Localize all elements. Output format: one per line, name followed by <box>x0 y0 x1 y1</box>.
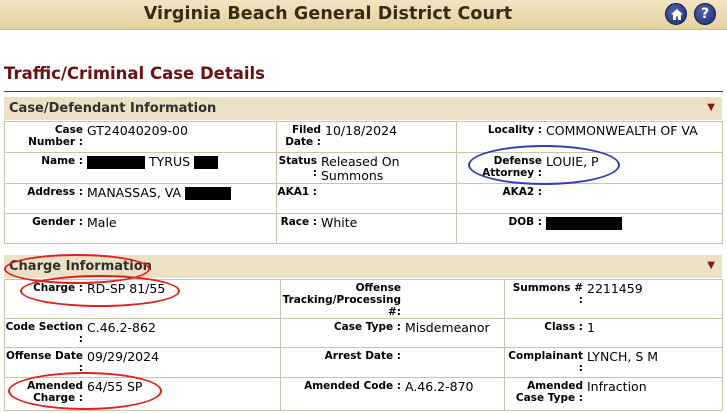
table-row: Address : MANASSAS, VA AKA1 : AKA2 : <box>4 183 723 214</box>
summons-label: Summons # : <box>512 282 583 306</box>
charge-value: RD-SP 81/55 <box>87 281 166 296</box>
race-label: Race : <box>280 216 317 228</box>
filed-date-value: 10/18/2024 <box>325 123 398 138</box>
defense-attorney-value: LOUIE, P <box>546 154 599 169</box>
help-icon[interactable]: ? <box>694 3 716 25</box>
summons-cell: Summons # : 2211459 <box>504 279 723 319</box>
offense-date-label: Offense Date : <box>6 350 83 374</box>
complainant-cell: Complainant : LYNCH, S M <box>504 347 723 378</box>
offense-date-cell: Offense Date : 09/29/2024 <box>4 347 281 378</box>
aka1-label: AKA1 : <box>277 186 317 198</box>
table-row: Code Section : C.46.2-862 Case Type : Misd… <box>4 318 723 348</box>
amended-code-label: Amended Code : <box>304 380 401 392</box>
case-type-label: Case Type : <box>333 321 401 333</box>
case-number-label: Case Number : <box>28 124 83 148</box>
amended-charge-cell: Amended Charge : 64/55 SP <box>4 377 281 411</box>
table-row: Case Number : GT24040209-00 Filed Date : 1… <box>4 121 723 153</box>
amended-case-type-value: Infraction <box>587 379 647 394</box>
court-name: Virginia Beach General District Court <box>143 4 513 24</box>
amended-case-type-label: Amended Case Type : <box>515 380 583 404</box>
charge-table: Charge : RD-SP 81/55 Offense Tracking/Pro… <box>4 279 723 411</box>
case-number-value: GT24040209-00 <box>87 123 188 138</box>
locality-value: COMMONWEALTH OF VA <box>546 123 698 138</box>
dob-value <box>542 216 622 230</box>
top-bar: Virginia Beach General District Court ? <box>0 0 727 30</box>
gender-label: Gender : <box>32 216 83 228</box>
defense-attorney-cell: Defense Attorney : LOUIE, P <box>456 152 723 184</box>
filed-date-label: Filed Date : <box>285 124 321 148</box>
case-type-cell: Case Type : Misdemeanor <box>280 318 505 348</box>
address-label: Address : <box>27 186 83 198</box>
table-row: Offense Date : 09/29/2024 Arrest Date : C… <box>4 347 723 378</box>
class-label: Class : <box>544 321 583 333</box>
arrest-date-label: Arrest Date : <box>324 350 401 362</box>
aka1-cell: AKA1 : <box>276 183 457 214</box>
case-number-cell: Case Number : GT24040209-00 <box>4 121 277 153</box>
filed-date-cell: Filed Date : 10/18/2024 <box>276 121 457 153</box>
gender-cell: Gender : Male <box>4 213 277 244</box>
code-section-value: C.46.2-862 <box>87 320 156 335</box>
home-icon[interactable] <box>665 3 687 25</box>
title-divider <box>4 91 723 92</box>
arrest-date-cell: Arrest Date : <box>280 347 505 378</box>
complainant-label: Complainant : <box>508 350 583 374</box>
redaction-box <box>185 187 232 200</box>
race-value: White <box>321 215 358 230</box>
charge-section-header[interactable]: Charge Information ▼ <box>4 255 722 278</box>
amended-code-cell: Amended Code : A.46.2-870 <box>280 377 505 411</box>
table-row: Name : TYRUS Status :Released On Summons… <box>4 152 723 184</box>
locality-cell: Locality : COMMONWEALTH OF VA <box>456 121 723 153</box>
defense-attorney-label: Defense Attorney : <box>482 155 542 179</box>
status-value: Released On Summons <box>321 154 400 183</box>
offense-date-value: 09/29/2024 <box>87 349 160 364</box>
table-row: Charge : RD-SP 81/55 Offense Tracking/Pro… <box>4 279 723 319</box>
name-cell: Name : TYRUS <box>4 152 277 184</box>
case-defendant-section-header[interactable]: Case/Defendant Information ▼ <box>4 97 722 120</box>
table-row: Amended Charge :64/55 SP Amended Code :A… <box>4 377 723 411</box>
dob-label: DOB : <box>508 216 543 228</box>
address-cell: Address : MANASSAS, VA <box>4 183 277 214</box>
offense-tracking-cell: Offense Tracking/Processing #: <box>280 279 505 319</box>
status-label: Status : <box>278 155 317 179</box>
table-row: Gender : Male Race : White DOB : <box>4 213 723 244</box>
section-title: Charge Information <box>9 259 152 274</box>
amended-code-value: A.46.2-870 <box>405 379 474 394</box>
redaction-box <box>546 217 622 230</box>
class-cell: Class : 1 <box>504 318 723 348</box>
aka2-cell: AKA2 : <box>456 183 723 214</box>
offense-tracking-label: Offense Tracking/Processing #: <box>282 282 401 318</box>
gender-value: Male <box>87 215 117 230</box>
amended-case-type-cell: Amended Case Type : Infraction <box>504 377 723 411</box>
locality-label: Locality : <box>487 124 542 136</box>
charge-label: Charge : <box>33 282 83 294</box>
redaction-box <box>194 156 219 169</box>
case-defendant-table: Case Number : GT24040209-00 Filed Date : 1… <box>4 121 723 244</box>
complainant-value: LYNCH, S M <box>587 349 659 364</box>
address-value: MANASSAS, VA <box>83 186 232 200</box>
triangle-down-icon[interactable]: ▼ <box>707 260 715 271</box>
race-cell: Race : White <box>276 213 457 244</box>
aka2-label: AKA2 : <box>502 186 542 198</box>
name-label: Name : <box>41 155 83 167</box>
amended-charge-label: Amended Charge : <box>27 380 83 404</box>
section-title: Case/Defendant Information <box>9 101 217 116</box>
code-section-cell: Code Section : C.46.2-862 <box>4 318 281 348</box>
redaction-box <box>87 156 145 169</box>
name-value: TYRUS <box>83 155 219 169</box>
code-section-label: Code Section : <box>5 321 83 345</box>
amended-charge-value: 64/55 SP <box>87 379 143 394</box>
charge-cell: Charge : RD-SP 81/55 <box>4 279 281 319</box>
case-type-value: Misdemeanor <box>405 320 490 335</box>
status-cell: Status :Released On Summons <box>276 152 457 184</box>
dob-cell: DOB : <box>456 213 723 244</box>
triangle-down-icon[interactable]: ▼ <box>707 102 715 113</box>
page-title: Traffic/Criminal Case Details <box>4 64 265 83</box>
summons-value: 2211459 <box>587 281 643 296</box>
class-value: 1 <box>587 320 595 335</box>
